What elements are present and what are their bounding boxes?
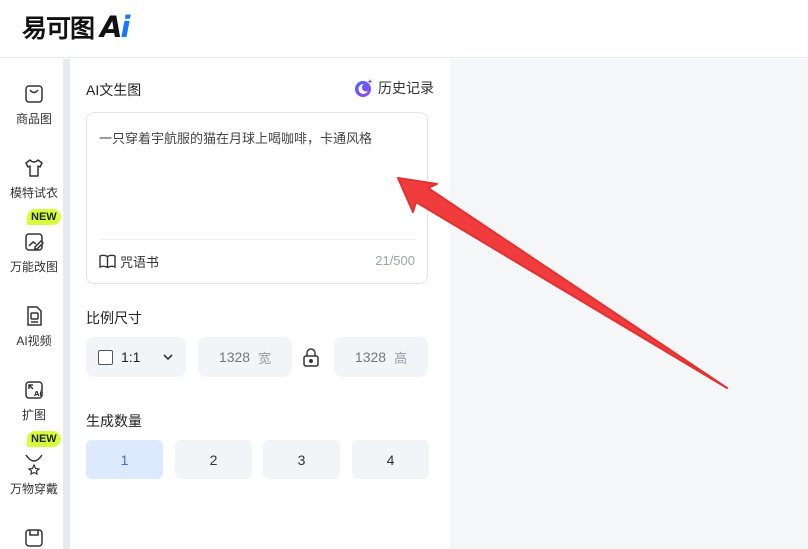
prompt-input[interactable]: 一只穿着宇航服的猫在月球上喝咖啡，卡通风格: [99, 128, 415, 147]
height-unit: 高: [394, 350, 408, 366]
sidebar-item-label: 万物穿戴: [9, 482, 58, 496]
app-logo[interactable]: 易可图 Ai: [22, 10, 130, 44]
ai-video-icon: [27, 306, 42, 326]
height-value: 1328: [354, 349, 387, 365]
app-header: 易可图 Ai: [0, 0, 808, 58]
sidebar-item-universal-edit[interactable]: NEW 万能改图: [0, 209, 68, 275]
sidebar-item-expand-image[interactable]: Ai 扩图: [0, 379, 68, 423]
sidebar-scrollbar[interactable]: [63, 59, 70, 549]
expand-image-icon: Ai: [25, 381, 43, 399]
generation-panel: AI文生图 历史记录 一只穿着宇航服的猫在月球上喝咖啡，卡通风格 咒语书 21/…: [70, 59, 450, 549]
shopping-bag-icon: [25, 85, 43, 103]
lock-icon[interactable]: [302, 347, 320, 367]
image-edit-icon: [25, 233, 45, 251]
necklace-icon: [25, 454, 43, 475]
quantity-option-4[interactable]: 4: [352, 440, 429, 479]
sidebar-item-label: AI视频: [16, 334, 52, 348]
sidebar-item-ai-video[interactable]: AI视频: [0, 305, 68, 349]
sidebar-item-label: 万能改图: [9, 260, 58, 274]
width-value: 1328: [218, 349, 251, 365]
ratio-dropdown[interactable]: 1:1: [86, 337, 186, 377]
sidebar-item-model-tryon[interactable]: 模特试衣: [0, 157, 68, 201]
sidebar-item-label: 商品图: [15, 112, 52, 126]
sidebar-item-label: 模特试衣: [9, 186, 58, 200]
width-unit: 宽: [258, 350, 272, 366]
preview-canvas: [450, 59, 808, 549]
history-label: 历史记录: [378, 80, 434, 96]
history-moon-icon: [355, 79, 373, 97]
quantity-section-label: 生成数量: [86, 413, 142, 429]
prompt-container: 一只穿着宇航服的猫在月球上喝咖啡，卡通风格 咒语书 21/500: [86, 112, 428, 284]
quantity-option-2[interactable]: 2: [175, 440, 252, 479]
height-input[interactable]: 1328 高: [334, 337, 428, 377]
svg-text:Ai: Ai: [34, 390, 42, 398]
spellbook-button[interactable]: 咒语书: [99, 252, 159, 271]
panel-title: AI文生图: [86, 82, 142, 98]
divider: [98, 239, 416, 240]
width-input[interactable]: 1328 宽: [198, 337, 292, 377]
char-counter: 21/500: [375, 253, 415, 268]
product-icon: [25, 529, 43, 547]
ratio-section-label: 比例尺寸: [86, 310, 142, 326]
quantity-option-3[interactable]: 3: [263, 440, 340, 479]
logo-text: 易可图: [22, 14, 95, 43]
new-badge: NEW: [27, 209, 61, 225]
sidebar-item-label: 扩图: [21, 408, 46, 422]
tshirt-icon: [25, 159, 43, 177]
quantity-option-1[interactable]: 1: [86, 440, 163, 479]
spellbook-label: 咒语书: [120, 255, 160, 270]
sidebar-item-wearables[interactable]: NEW 万物穿戴: [0, 431, 68, 497]
chevron-down-icon: [163, 354, 173, 361]
square-ratio-icon: [98, 349, 113, 365]
sidebar-item-more[interactable]: [0, 527, 68, 549]
history-button[interactable]: 历史记录: [354, 78, 434, 98]
new-badge: NEW: [27, 431, 61, 447]
book-icon: [99, 254, 116, 269]
logo-ai-mark: Ai: [100, 10, 130, 44]
sidebar-nav: 商品图 模特试衣 NEW 万能改图 AI视频 Ai 扩图 NEW 万物穿戴: [0, 59, 63, 549]
sidebar-item-product-image[interactable]: 商品图: [0, 83, 68, 127]
ratio-value: 1:1: [121, 349, 141, 365]
